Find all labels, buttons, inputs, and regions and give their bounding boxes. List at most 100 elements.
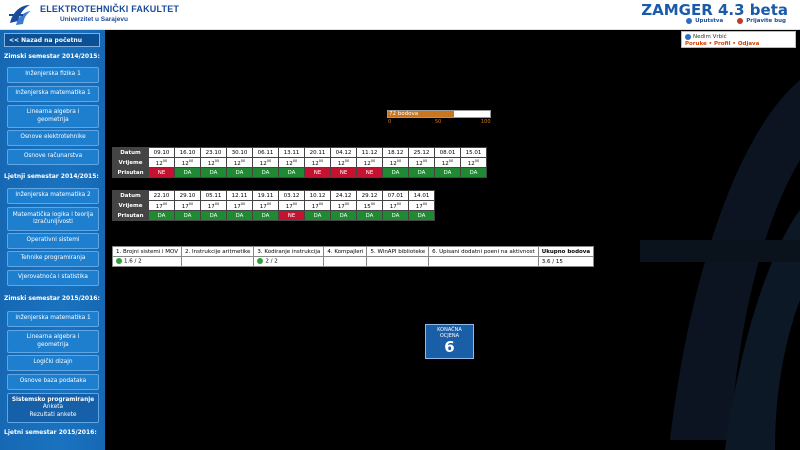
- sidebar-item-course[interactable]: Tehnike programiranja: [7, 251, 99, 267]
- user-links[interactable]: Poruke • Profil • Odjava: [685, 41, 792, 47]
- attendance-status-cell: DA: [200, 210, 227, 221]
- attendance-time-cell: 1200: [434, 157, 461, 168]
- attendance-status-cell: DA: [200, 167, 227, 178]
- attendance-status-cell: DA: [304, 210, 331, 221]
- sidebar: << Nazad na početnu Zimski semestar 2014…: [0, 30, 105, 450]
- attendance-time-cell: 1200: [252, 157, 279, 168]
- attendance-status-cell: NE: [330, 167, 357, 178]
- assistant-label: Asistent - istaknuti stručnjak iz prakse: [112, 78, 233, 84]
- attendance-date-cell: 11.12: [356, 147, 383, 158]
- help-link[interactable]: Uputstva: [686, 18, 723, 24]
- task-header-cell: 2. Instrukcije aritmetike: [181, 246, 255, 257]
- user-icon: [685, 34, 691, 40]
- attendance-date-cell: 29.12: [356, 190, 383, 201]
- task-value-cell: [323, 256, 368, 267]
- group-name: SP6+8: [136, 52, 161, 60]
- attendance-status-cell: DA: [408, 167, 435, 178]
- semester-heading: Ljetni semestar 2015/2016:: [4, 429, 97, 436]
- attendance-time-cell: 1700: [330, 200, 357, 211]
- exam-points: 13 bodova: [186, 298, 219, 304]
- attendance-date-cell: 18.12: [382, 147, 409, 158]
- attendance-status-cell: DA: [382, 167, 409, 178]
- exam-row: I parcijalni (21. 11. 2015): 15 bodova: [112, 287, 217, 293]
- sidebar-item-course[interactable]: Inženjerska matematika 1: [7, 86, 99, 102]
- user-name-line: Nedim Vrbić: [685, 34, 792, 40]
- attendance-status-cell: NE: [356, 167, 383, 178]
- help-link-label: Uputstva: [695, 18, 724, 24]
- report-bug-link[interactable]: Prijavite bug: [737, 18, 786, 24]
- attendance-date-cell: 03.12: [278, 190, 305, 201]
- sidebar-item-course[interactable]: Inženjerska fizika 1: [7, 67, 99, 83]
- exams-title: Ispiti:: [112, 275, 132, 282]
- attendance-date-cell: 23.10: [200, 147, 227, 158]
- attendance-time-cell: 1200: [382, 157, 409, 168]
- sidebar-item-course[interactable]: Inženjerska matematika 1: [7, 311, 99, 327]
- attendance-date-cell: 09.10: [148, 147, 175, 158]
- attendance-time-cell: 1200: [174, 157, 201, 168]
- attendance-time-cell: 1700: [174, 200, 201, 211]
- survey-link[interactable]: Anketa: [43, 404, 63, 411]
- header-links: Uputstva Prijavite bug: [686, 18, 786, 24]
- attendance-date-cell: 16.10: [174, 147, 201, 158]
- semester-heading: Zimski semestar 2015/2016:: [4, 295, 100, 302]
- attendance-status-cell: DA: [460, 167, 487, 178]
- sidebar-item-course[interactable]: Osnove elektrotehnike: [7, 130, 99, 146]
- help-icon: [686, 18, 693, 24]
- sidebar-item-course[interactable]: Matematička logika i teorija izračunljiv…: [7, 207, 99, 231]
- attendance-time-cell: 1200: [330, 157, 357, 168]
- attendance-time-cell: 1200: [304, 157, 331, 168]
- attendance-time-cell: 1500: [356, 200, 383, 211]
- task-done-icon: [116, 258, 122, 265]
- attendance-time-cell: 1700: [304, 200, 331, 211]
- sidebar-item-course[interactable]: Linearna algebra i geometrija: [7, 105, 99, 128]
- attendance-time-cell: 1700: [382, 200, 409, 211]
- attendance-status-cell: DA: [252, 167, 279, 178]
- sidebar-item-active-course[interactable]: Sistemsko programiranje Anketa Rezultati…: [7, 393, 99, 423]
- attendance-time-cell: 1200: [460, 157, 487, 168]
- group-label: Grupa:: [112, 52, 135, 60]
- sidebar-item-course[interactable]: Linearna algebra i geometrija: [7, 330, 99, 353]
- attendance-date-cell: 12.11: [226, 190, 253, 201]
- task-done-icon: [257, 258, 264, 265]
- task-value-cell: [181, 256, 255, 267]
- attendance-time-cell: 1700: [148, 200, 175, 211]
- attendance-date-cell: 25.12: [408, 147, 435, 158]
- scale-mid: 50: [435, 119, 442, 125]
- sidebar-item-course[interactable]: Osnove računarstva: [7, 149, 99, 165]
- sidebar-item-course[interactable]: Inženjerska matematika 2: [7, 188, 99, 204]
- attendance-status-cell: NE: [304, 167, 331, 178]
- attendance-time-cell: 1200: [278, 157, 305, 168]
- university-name: Univerzitet u Sarajevu: [60, 16, 128, 23]
- attendance-status-cell: DA: [434, 167, 461, 178]
- task-value-cell[interactable]: 2 / 2: [253, 256, 325, 267]
- attendance-time-cell: 1200: [200, 157, 227, 168]
- back-to-home-button[interactable]: << Nazad na početnu: [4, 33, 100, 47]
- attendance-date-cell: 24.12: [330, 190, 357, 201]
- attendance-date-cell: 08.01: [434, 147, 461, 158]
- course-name: Sistemsko programiranje (2015/2016): [143, 44, 283, 52]
- course-label: Predmet:: [112, 44, 142, 52]
- final-grade-box: KONAČNA OCJENA 6: [425, 324, 474, 359]
- sidebar-item-course[interactable]: Vjerovatnoća i statistika: [7, 270, 99, 286]
- attendance-status-cell: DA: [226, 167, 253, 178]
- tasks-table: 1. Brojni sistemi i MOV 2. Instrukcije ar…: [111, 246, 595, 267]
- attendance-date-cell: 14.01: [408, 190, 435, 201]
- scale-min: 0: [388, 119, 392, 125]
- task-value-cell: [366, 256, 430, 267]
- attendance-status-cell: DA: [174, 210, 201, 221]
- attendance-status-cell: DA: [356, 210, 383, 221]
- task-value-cell[interactable]: 1.6 / 2: [111, 256, 183, 267]
- survey-results-link[interactable]: Rezultati ankete: [30, 412, 77, 419]
- sidebar-item-course[interactable]: Logički dizajn: [7, 355, 99, 371]
- attendance-date-cell: 04.12: [330, 147, 357, 158]
- points-progress-text: 72 bodova: [389, 111, 419, 117]
- attendance-time-cell: 1700: [408, 200, 435, 211]
- attendance-time-cell: 1200: [356, 157, 383, 168]
- sidebar-item-course[interactable]: Osnove baza podataka: [7, 374, 99, 390]
- attendance-status-cell: DA: [252, 210, 279, 221]
- user-box: Nedim Vrbić Poruke • Profil • Odjava: [681, 31, 796, 48]
- sidebar-item-course[interactable]: Operativni sistemi: [7, 233, 99, 249]
- attendance-date-cell: 05.11: [200, 190, 227, 201]
- exam-points: 15 bodova: [185, 287, 218, 293]
- attendance-status-cell: DA: [408, 210, 435, 221]
